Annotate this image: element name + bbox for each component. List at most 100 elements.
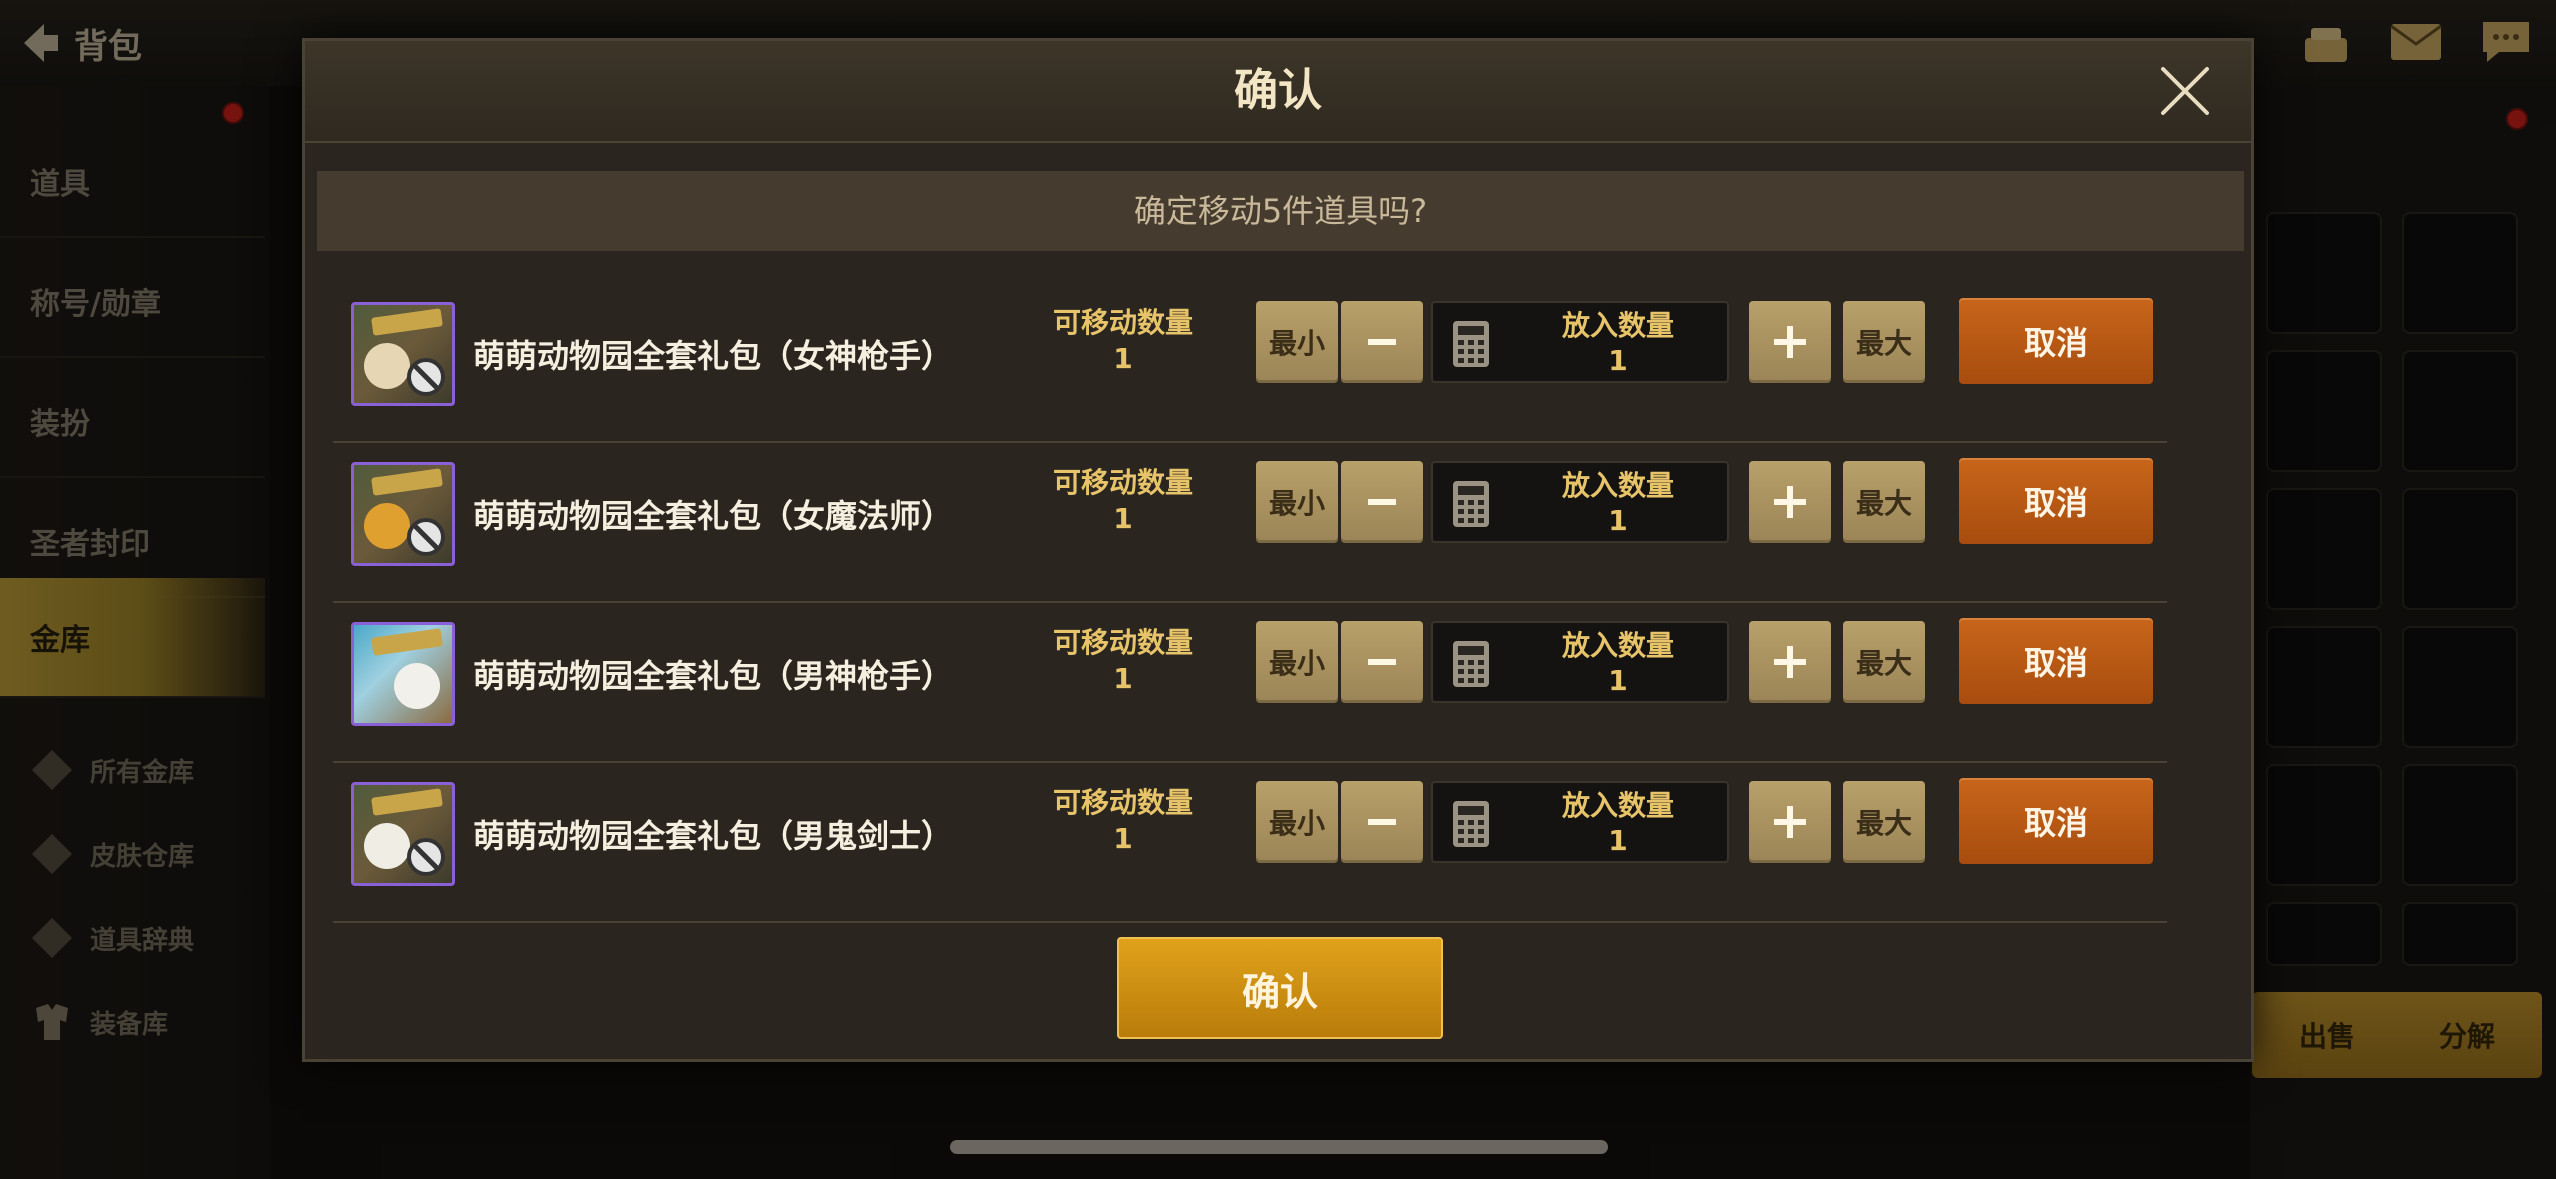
zoo-sign xyxy=(371,788,443,816)
item-row: 萌萌动物园全套礼包（女魔法师） 可移动数量 1 最小 放入数量 1 最大 取消 xyxy=(333,441,2167,603)
min-button[interactable]: 最小 xyxy=(1256,461,1338,543)
animal-figure xyxy=(394,663,440,709)
put-label: 放入数量 xyxy=(1561,469,1674,502)
increment-button[interactable] xyxy=(1749,461,1831,543)
movable-value: 1 xyxy=(1113,822,1133,855)
max-label: 最大 xyxy=(1855,807,1912,840)
confirm-dialog: 确认 确定移动5件道具吗? 萌萌动物园全套礼包（女神枪手） 可移动数量 1 最小 xyxy=(302,38,2254,1062)
calculator-icon[interactable] xyxy=(1451,639,1491,689)
movable-count: 可移动数量 1 xyxy=(1033,305,1213,377)
increment-button[interactable] xyxy=(1749,621,1831,703)
zoo-sign xyxy=(371,628,443,656)
item-name: 萌萌动物园全套礼包（男神枪手） xyxy=(473,657,954,695)
item-gift-pack-icon[interactable] xyxy=(351,622,455,726)
min-label: 最小 xyxy=(1268,807,1325,840)
max-label: 最大 xyxy=(1855,487,1912,520)
decrement-button[interactable] xyxy=(1341,781,1423,863)
put-label: 放入数量 xyxy=(1561,629,1674,662)
movable-count: 可移动数量 1 xyxy=(1033,465,1213,537)
ban-icon xyxy=(407,518,445,556)
zoo-sign xyxy=(371,468,443,496)
calculator-icon[interactable] xyxy=(1451,319,1491,369)
plus-icon xyxy=(1774,646,1806,678)
calculator-icon[interactable] xyxy=(1451,479,1491,529)
increment-button[interactable] xyxy=(1749,781,1831,863)
decrement-button[interactable] xyxy=(1341,301,1423,383)
decrement-button[interactable] xyxy=(1341,461,1423,543)
put-value: 1 xyxy=(1608,504,1628,537)
put-label: 放入数量 xyxy=(1561,789,1674,822)
min-button[interactable]: 最小 xyxy=(1256,301,1338,383)
cancel-label: 取消 xyxy=(2023,644,2088,682)
movable-value: 1 xyxy=(1113,342,1133,375)
cancel-item-button[interactable]: 取消 xyxy=(1959,778,2153,864)
put-quantity: 放入数量 1 xyxy=(1523,628,1713,698)
decrement-button[interactable] xyxy=(1341,621,1423,703)
item-row: 萌萌动物园全套礼包（男鬼剑士） 可移动数量 1 最小 放入数量 1 最大 取消 xyxy=(333,761,2167,923)
min-label: 最小 xyxy=(1268,327,1325,360)
put-value: 1 xyxy=(1608,824,1628,857)
item-name: 萌萌动物园全套礼包（男鬼剑士） xyxy=(473,817,954,855)
confirm-label: 确认 xyxy=(1241,969,1318,1014)
min-label: 最小 xyxy=(1268,647,1325,680)
put-quantity-field[interactable]: 放入数量 1 xyxy=(1431,301,1729,383)
movable-label: 可移动数量 xyxy=(1052,626,1193,659)
put-label: 放入数量 xyxy=(1561,309,1674,342)
movable-label: 可移动数量 xyxy=(1052,786,1193,819)
item-row: 萌萌动物园全套礼包（女神枪手） 可移动数量 1 最小 放入数量 1 最大 取消 xyxy=(333,281,2167,443)
close-icon[interactable] xyxy=(2159,65,2211,117)
max-button[interactable]: 最大 xyxy=(1843,621,1925,703)
minus-icon xyxy=(1368,659,1396,665)
cancel-label: 取消 xyxy=(2023,804,2088,842)
min-button[interactable]: 最小 xyxy=(1256,621,1338,703)
cancel-item-button[interactable]: 取消 xyxy=(1959,618,2153,704)
max-label: 最大 xyxy=(1855,647,1912,680)
put-quantity: 放入数量 1 xyxy=(1523,308,1713,378)
put-quantity: 放入数量 1 xyxy=(1523,468,1713,538)
item-name: 萌萌动物园全套礼包（女魔法师） xyxy=(473,497,954,535)
cancel-label: 取消 xyxy=(2023,484,2088,522)
item-row: 萌萌动物园全套礼包（男神枪手） 可移动数量 1 最小 放入数量 1 最大 取消 xyxy=(333,601,2167,763)
movable-count: 可移动数量 1 xyxy=(1033,625,1213,697)
put-quantity-field[interactable]: 放入数量 1 xyxy=(1431,781,1729,863)
min-button[interactable]: 最小 xyxy=(1256,781,1338,863)
cancel-item-button[interactable]: 取消 xyxy=(1959,458,2153,544)
calculator-icon[interactable] xyxy=(1451,799,1491,849)
dialog-title: 确认 xyxy=(1234,65,1322,116)
movable-label: 可移动数量 xyxy=(1052,466,1193,499)
dialog-header: 确认 xyxy=(305,41,2251,143)
movable-value: 1 xyxy=(1113,502,1133,535)
movable-label: 可移动数量 xyxy=(1052,306,1193,339)
max-button[interactable]: 最大 xyxy=(1843,301,1925,383)
confirm-question: 确定移动5件道具吗? xyxy=(317,171,2244,251)
cancel-label: 取消 xyxy=(2023,324,2088,362)
item-name: 萌萌动物园全套礼包（女神枪手） xyxy=(473,337,954,375)
item-gift-pack-icon[interactable] xyxy=(351,302,455,406)
put-value: 1 xyxy=(1608,344,1628,377)
min-label: 最小 xyxy=(1268,487,1325,520)
put-value: 1 xyxy=(1608,664,1628,697)
ban-icon xyxy=(407,358,445,396)
put-quantity-field[interactable]: 放入数量 1 xyxy=(1431,461,1729,543)
minus-icon xyxy=(1368,819,1396,825)
max-label: 最大 xyxy=(1855,327,1912,360)
increment-button[interactable] xyxy=(1749,301,1831,383)
max-button[interactable]: 最大 xyxy=(1843,781,1925,863)
confirm-button[interactable]: 确认 xyxy=(1117,937,1443,1039)
item-gift-pack-icon[interactable] xyxy=(351,462,455,566)
cancel-item-button[interactable]: 取消 xyxy=(1959,298,2153,384)
minus-icon xyxy=(1368,499,1396,505)
max-button[interactable]: 最大 xyxy=(1843,461,1925,543)
home-indicator[interactable] xyxy=(950,1140,1608,1154)
movable-value: 1 xyxy=(1113,662,1133,695)
movable-count: 可移动数量 1 xyxy=(1033,785,1213,857)
item-gift-pack-icon[interactable] xyxy=(351,782,455,886)
ban-icon xyxy=(407,838,445,876)
plus-icon xyxy=(1774,486,1806,518)
plus-icon xyxy=(1774,326,1806,358)
game-screen: 背包 道具 称号/勋章 装扮 圣者封印 金库 所有金库 皮肤仓库 道具辞典 装备… xyxy=(0,0,2556,1179)
minus-icon xyxy=(1368,339,1396,345)
zoo-sign xyxy=(371,308,443,336)
put-quantity: 放入数量 1 xyxy=(1523,788,1713,858)
put-quantity-field[interactable]: 放入数量 1 xyxy=(1431,621,1729,703)
